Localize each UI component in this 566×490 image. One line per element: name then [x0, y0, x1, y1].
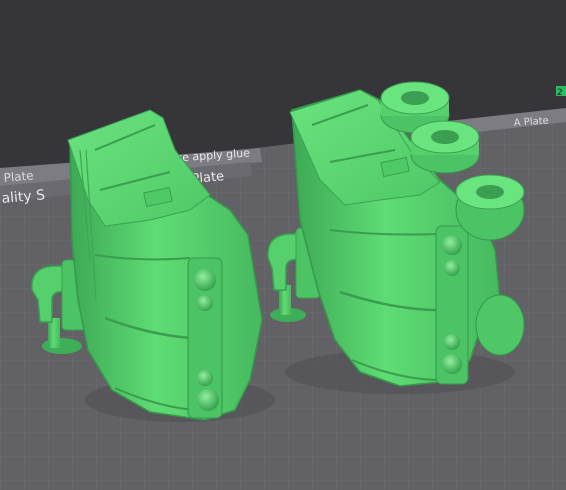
3d-viewport[interactable]: Plate A Plate ality S Plate ase apply gl…: [0, 0, 566, 490]
build-plate-scene[interactable]: Plate A Plate ality S Plate ase apply gl…: [0, 0, 566, 490]
model-right-gear-3: [455, 174, 525, 241]
model-right-gear-2: [410, 120, 480, 174]
model-left-rivet-4: [197, 389, 219, 411]
corner-marker-text: 2: [557, 88, 563, 98]
model-right-rivet-4: [442, 354, 462, 374]
plate-tab-label[interactable]: Plate: [3, 168, 34, 185]
model-right-rivet-3: [444, 334, 460, 350]
model-right-rivet-2: [444, 260, 460, 276]
model-right-rivet-1: [442, 235, 462, 255]
model-left-rivet-2: [197, 295, 213, 311]
model-left-rivet-3: [197, 370, 213, 386]
model-left-rivet-1: [194, 269, 216, 291]
model-right-rear-cylinder: [475, 294, 525, 356]
